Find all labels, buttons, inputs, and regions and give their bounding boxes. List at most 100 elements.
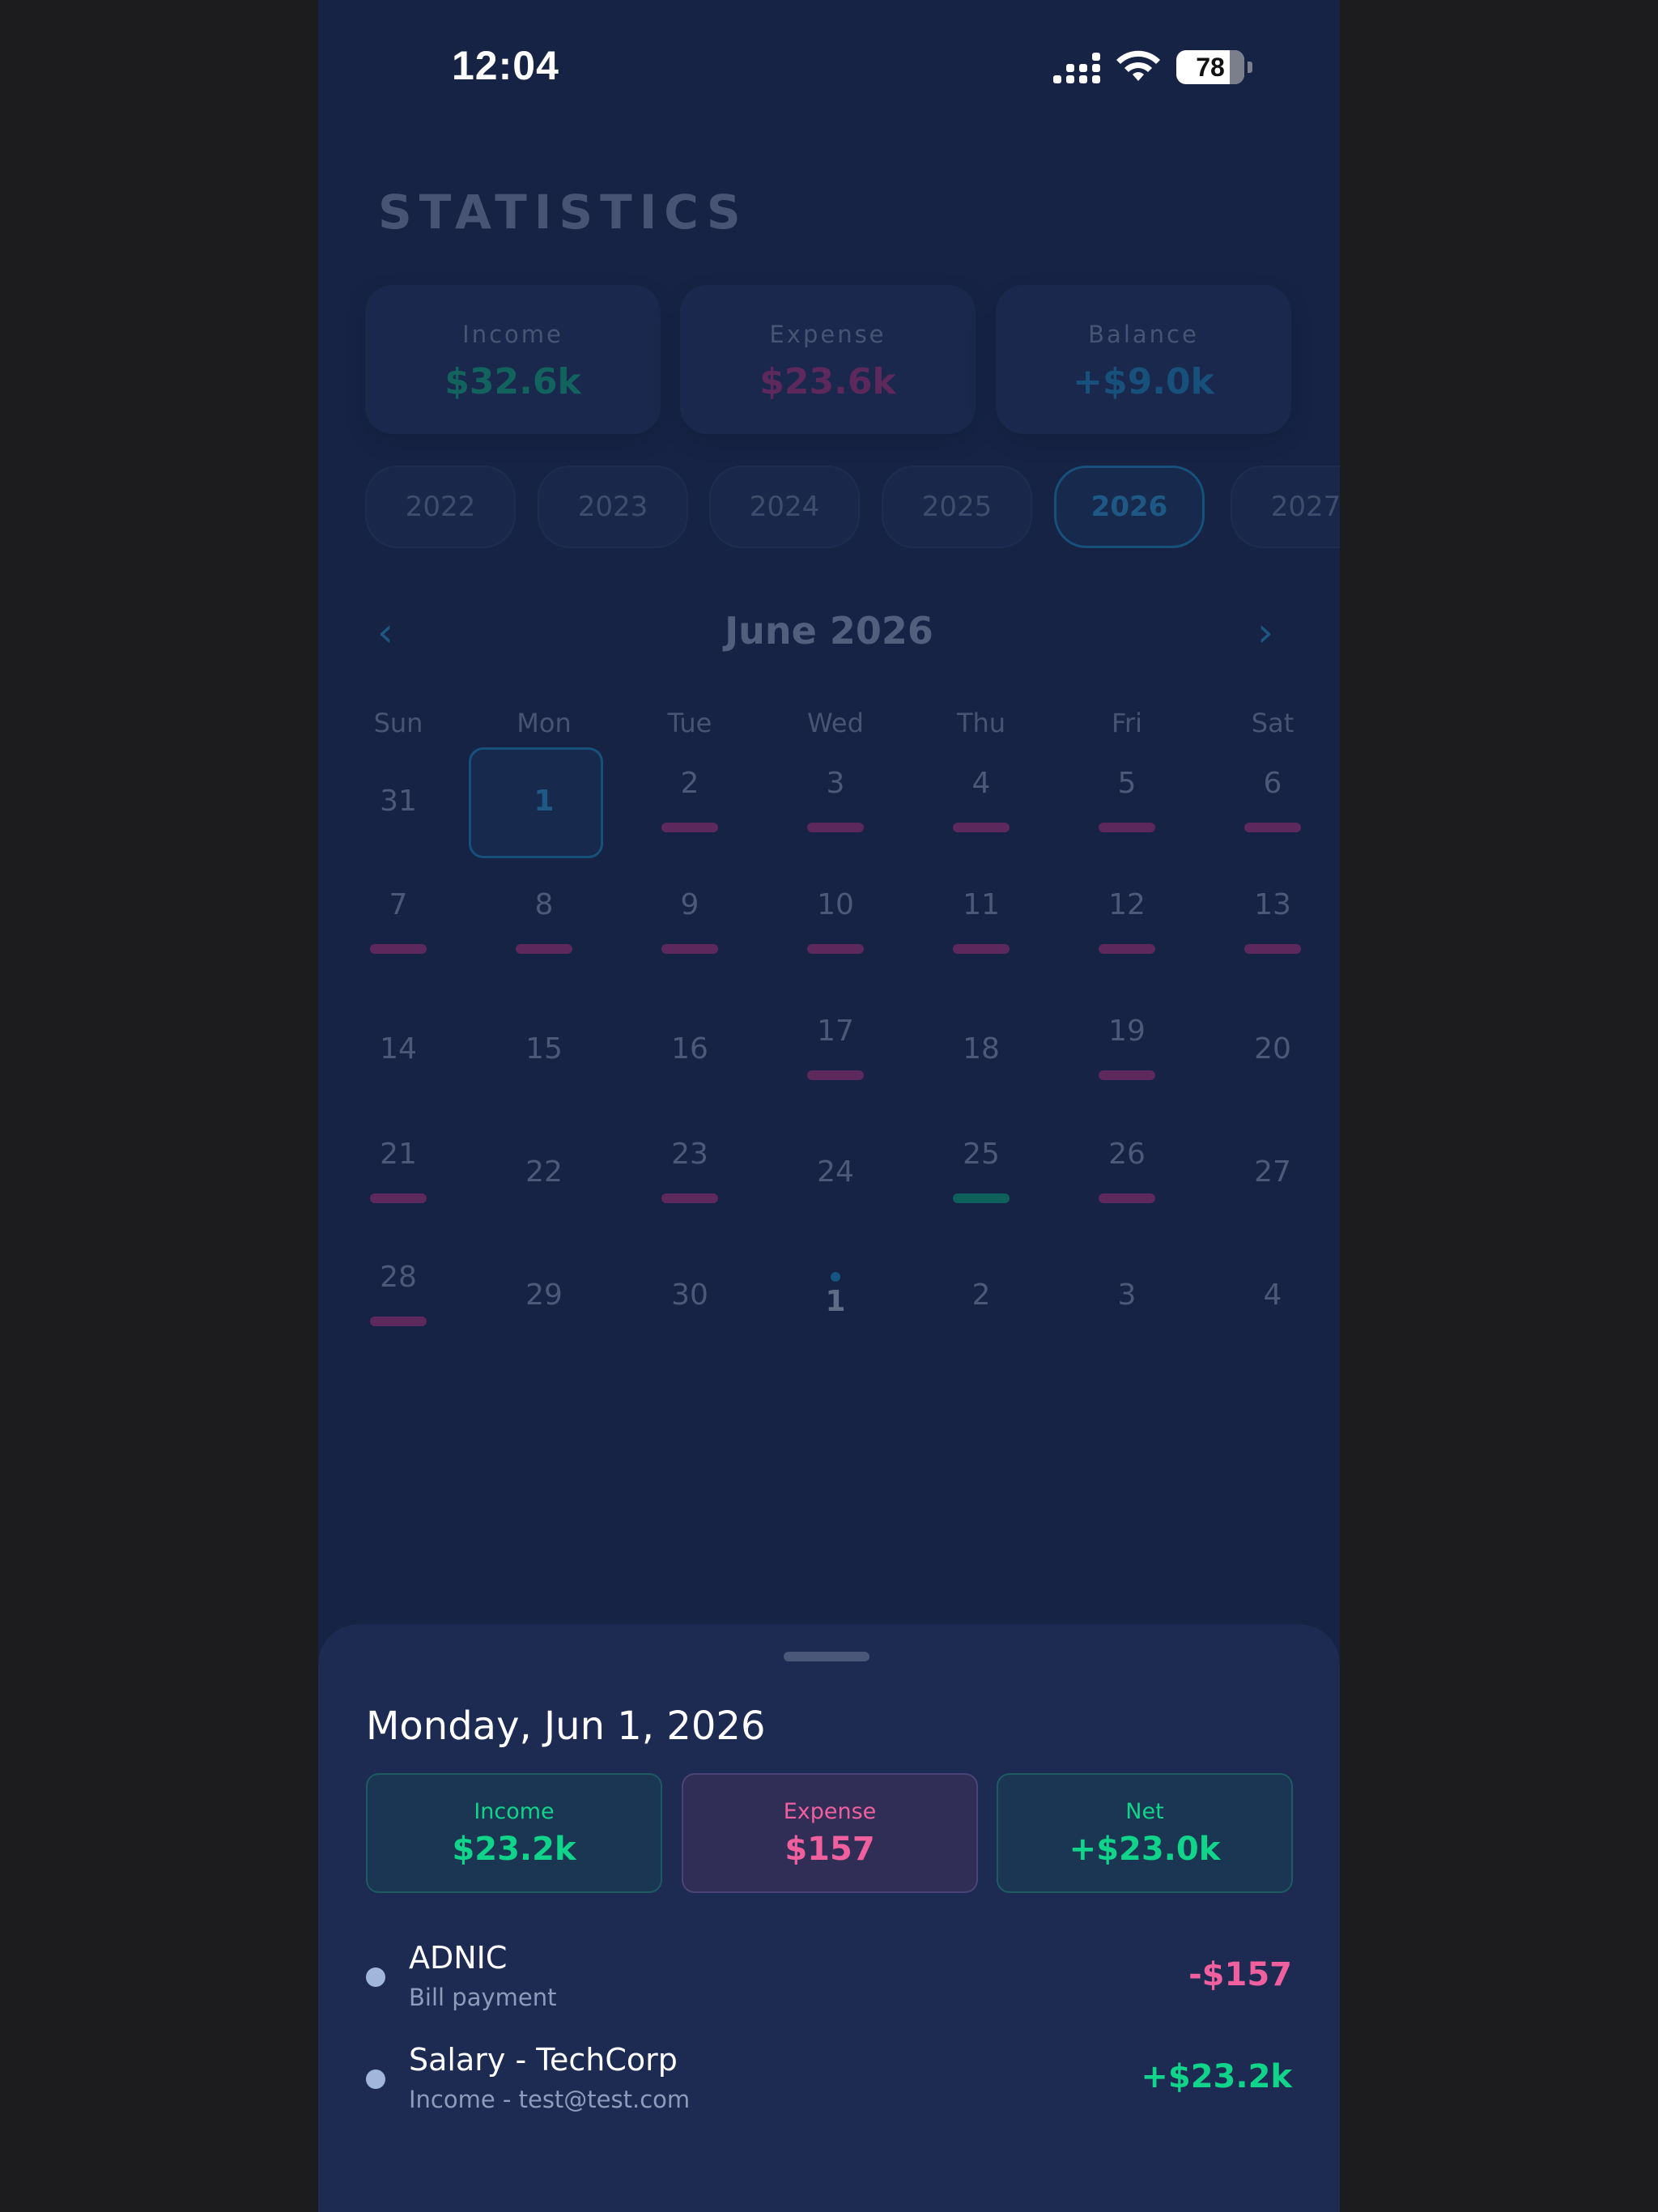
- transaction-title: ADNIC: [409, 1940, 508, 1976]
- calendar-day[interactable]: 1: [471, 785, 617, 818]
- weekday-sat: Sat: [1251, 708, 1295, 738]
- day-card-net: Net +$23.0k: [997, 1773, 1293, 1893]
- day-detail-sheet: Monday, Jun 1, 2026 Income $23.2k Expense $…: [318, 1624, 1340, 2212]
- day-card-label: Income: [474, 1799, 555, 1824]
- weekday-wed: Wed: [807, 708, 864, 738]
- day-card-label: Expense: [783, 1799, 877, 1824]
- calendar-day[interactable]: 21: [325, 1138, 471, 1171]
- calendar-day[interactable]: 30: [617, 1278, 763, 1312]
- calendar-day[interactable]: 16: [617, 1032, 763, 1066]
- calendar-day[interactable]: 28: [325, 1261, 471, 1294]
- year-pill-2025[interactable]: 2025: [882, 466, 1032, 548]
- calendar-day[interactable]: 24: [763, 1155, 908, 1189]
- calendar-day[interactable]: 2: [908, 1278, 1054, 1312]
- calendar-day[interactable]: 12: [1054, 888, 1200, 921]
- calendar-day[interactable]: 29: [471, 1278, 617, 1312]
- expense-indicator-bar: [953, 944, 1010, 954]
- calendar-day[interactable]: 15: [471, 1032, 617, 1066]
- wifi-icon: [1116, 50, 1160, 81]
- year-pill-2027[interactable]: 2027: [1231, 466, 1340, 548]
- calendar-day[interactable]: 1: [763, 1285, 908, 1318]
- transaction-subtitle: Bill payment: [409, 1984, 557, 2011]
- calendar-day[interactable]: 7: [325, 888, 471, 921]
- battery-icon: 78: [1176, 50, 1244, 84]
- summary-label: Balance: [1088, 321, 1199, 348]
- calendar-day[interactable]: 10: [763, 888, 908, 921]
- phone-screen: 12:04 78 STATISTICS Income $32.6k Expense $…: [318, 0, 1340, 2212]
- year-pill-2026[interactable]: 2026: [1054, 466, 1205, 548]
- month-title: June 2026: [725, 609, 933, 653]
- battery-tip: [1248, 62, 1252, 73]
- transaction-amount: -$157: [1188, 1956, 1292, 1993]
- transaction-amount: +$23.2k: [1141, 2058, 1292, 2095]
- expense-indicator-bar: [1099, 1070, 1155, 1080]
- expense-indicator-bar: [1099, 944, 1155, 954]
- next-month-button[interactable]: ›: [1257, 609, 1273, 656]
- calendar-day[interactable]: 3: [763, 767, 908, 800]
- summary-value: $32.6k: [444, 361, 581, 402]
- calendar-day[interactable]: 11: [908, 888, 1054, 921]
- calendar-day[interactable]: 13: [1200, 888, 1340, 921]
- summary-card-balance: Balance +$9.0k: [996, 285, 1291, 434]
- expense-indicator-bar: [1099, 1193, 1155, 1203]
- calendar-day[interactable]: 31: [325, 785, 471, 818]
- category-dot-icon: [366, 1967, 385, 1987]
- summary-value: +$9.0k: [1073, 361, 1214, 402]
- weekday-tue: Tue: [667, 708, 712, 738]
- transaction-title: Salary - TechCorp: [409, 2042, 678, 2078]
- expense-indicator-bar: [661, 823, 718, 832]
- weekday-thu: Thu: [956, 708, 1006, 738]
- expense-indicator-bar: [516, 944, 572, 954]
- expense-indicator-bar: [807, 823, 864, 832]
- status-icons: 78: [1053, 50, 1252, 84]
- today-dot-icon: [831, 1272, 840, 1282]
- calendar-day[interactable]: 26: [1054, 1138, 1200, 1171]
- calendar-day[interactable]: 25: [908, 1138, 1054, 1171]
- expense-indicator-bar: [1244, 823, 1301, 832]
- weekday-sun: Sun: [373, 708, 423, 738]
- day-card-value: $157: [784, 1831, 875, 1868]
- calendar-day[interactable]: 2: [617, 767, 763, 800]
- calendar-day[interactable]: 27: [1200, 1155, 1340, 1189]
- expense-indicator-bar: [1099, 823, 1155, 832]
- expense-indicator-bar: [807, 1070, 864, 1080]
- year-pill-2022[interactable]: 2022: [365, 466, 516, 548]
- calendar-day[interactable]: 23: [617, 1138, 763, 1171]
- calendar-day[interactable]: 20: [1200, 1032, 1340, 1066]
- calendar-day[interactable]: 18: [908, 1032, 1054, 1066]
- category-dot-icon: [366, 2069, 385, 2089]
- day-card-value: +$23.0k: [1069, 1831, 1221, 1868]
- year-pill-2024[interactable]: 2024: [709, 466, 860, 548]
- calendar-day[interactable]: 8: [471, 888, 617, 921]
- calendar-day[interactable]: 4: [908, 767, 1054, 800]
- calendar-day[interactable]: 9: [617, 888, 763, 921]
- calendar-day[interactable]: 4: [1200, 1278, 1340, 1312]
- expense-indicator-bar: [953, 823, 1010, 832]
- year-pill-2023[interactable]: 2023: [538, 466, 688, 548]
- status-time: 12:04: [452, 43, 559, 88]
- calendar-day[interactable]: 14: [325, 1032, 471, 1066]
- expense-indicator-bar: [661, 944, 718, 954]
- weekday-mon: Mon: [517, 708, 572, 738]
- summary-label: Income: [462, 321, 563, 348]
- sheet-drag-handle[interactable]: [784, 1652, 869, 1661]
- calendar-day[interactable]: 19: [1054, 1015, 1200, 1048]
- summary-card-expense: Expense $23.6k: [680, 285, 976, 434]
- expense-indicator-bar: [807, 944, 864, 954]
- weekday-fri: Fri: [1111, 708, 1143, 738]
- sheet-date: Monday, Jun 1, 2026: [366, 1704, 766, 1749]
- expense-indicator-bar: [370, 1317, 427, 1326]
- expense-indicator-bar: [370, 1193, 427, 1203]
- calendar-day[interactable]: 22: [471, 1155, 617, 1189]
- summary-card-income: Income $32.6k: [365, 285, 661, 434]
- calendar-day[interactable]: 17: [763, 1015, 908, 1048]
- income-indicator-bar: [953, 1193, 1010, 1203]
- day-card-expense: Expense $157: [682, 1773, 978, 1893]
- transaction-subtitle: Income - test@test.com: [409, 2086, 691, 2113]
- calendar-day[interactable]: 3: [1054, 1278, 1200, 1312]
- calendar-day[interactable]: 5: [1054, 767, 1200, 800]
- calendar-day[interactable]: 6: [1200, 767, 1340, 800]
- expense-indicator-bar: [370, 944, 427, 954]
- signal-icon: [1053, 51, 1100, 83]
- day-card-income: Income $23.2k: [366, 1773, 662, 1893]
